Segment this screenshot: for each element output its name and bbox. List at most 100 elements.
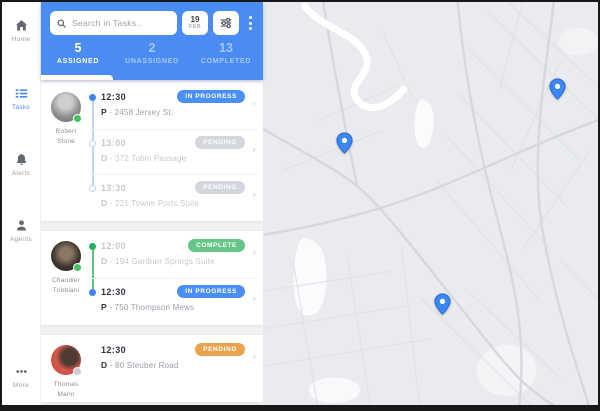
avatar[interactable]: [51, 241, 82, 272]
filter-button[interactable]: [213, 11, 239, 35]
task-row[interactable]: 13:30 D - 221 Towne Ports Suite PENDING …: [89, 174, 257, 219]
agent-column: Robert Stone: [47, 84, 85, 219]
tab-label: ASSIGNED: [56, 58, 100, 65]
avatar[interactable]: [51, 92, 82, 123]
agent-status-dot: [73, 367, 82, 376]
sidebar-item-home[interactable]: Home: [2, 18, 40, 43]
agent-status-dot: [73, 114, 82, 123]
tab-label: UNASSIGNED: [125, 58, 179, 65]
sidebar-item-tasks[interactable]: Tasks: [2, 86, 40, 111]
map-pin-icon[interactable]: [549, 78, 566, 100]
task-group-card: Chandler Tribbiani 12:00 D - 194 Gardner…: [41, 231, 263, 325]
agent-status-dot: [73, 263, 82, 272]
task-row[interactable]: 13:00 D - 372 Tobin Passage PENDING ›: [89, 129, 257, 174]
task-panel: 19 FEB: [41, 2, 263, 405]
task-address: D - 80 Steuber Road: [101, 360, 253, 370]
task-address-text: - 80 Steuber Road: [107, 361, 179, 370]
task-address-text: - 194 Gardner Springs Suite: [107, 257, 215, 266]
home-icon: [15, 20, 27, 31]
status-badge: IN PROGRESS: [177, 285, 245, 298]
chevron-right-icon[interactable]: ›: [252, 145, 256, 156]
task-address: P - 2458 Jersey St.: [101, 107, 253, 117]
dot: [248, 27, 252, 30]
sidebar-item-label: More: [12, 382, 29, 389]
chevron-right-icon[interactable]: ›: [252, 190, 256, 201]
task-group-card: Robert Stone 12:30 P - 2458 Jersey St. I…: [41, 82, 263, 221]
map-tiles: [263, 2, 598, 405]
tasks-column: 12:00 D - 194 Gardner Springs Suite COMP…: [89, 233, 263, 323]
sidebar-item-label: Agents: [9, 236, 33, 243]
tab-count: 5: [74, 41, 82, 55]
tab-assigned[interactable]: 5 ASSIGNED: [41, 41, 115, 65]
sidebar-item-label: Tasks: [11, 104, 31, 111]
tasks-icon: [15, 89, 27, 98]
task-row[interactable]: 12:30 P - 2458 Jersey St. IN PROGRESS ›: [89, 84, 257, 129]
timeline-dot: [89, 185, 96, 192]
agent-name: Chandler Tribbiani: [52, 277, 80, 295]
task-address-text: - 372 Tobin Passage: [107, 154, 187, 163]
sidebar-item-more[interactable]: More: [2, 364, 40, 389]
chevron-right-icon[interactable]: ›: [252, 352, 256, 363]
task-row[interactable]: 12:00 D - 194 Gardner Springs Suite COMP…: [89, 233, 257, 278]
sidebar-item-label: Alerts: [11, 170, 31, 177]
search-input[interactable]: [70, 17, 170, 29]
overflow-menu-button[interactable]: [244, 14, 256, 32]
more-icon: [15, 370, 27, 373]
dot: [248, 21, 252, 25]
task-row[interactable]: 12:30 D - 80 Steuber Road PENDING ›: [89, 337, 257, 382]
task-address: D - 194 Gardner Springs Suite: [101, 256, 253, 266]
agent-column: Thomas Mann: [47, 337, 85, 400]
tasks-column: 12:30 D - 80 Steuber Road PENDING ›: [89, 337, 263, 400]
task-address: D - 372 Tobin Passage: [101, 153, 253, 163]
task-address-text: - 2458 Jersey St.: [106, 108, 174, 117]
timeline-dot: [89, 289, 96, 296]
status-badge: PENDING: [195, 343, 245, 356]
agent-column: Chandler Tribbiani: [47, 233, 85, 323]
app-window: Home Tasks Alerts Agents More Search in …: [0, 0, 600, 411]
task-address-text: - 221 Towne Ports Suite: [107, 199, 200, 208]
task-address: D - 221 Towne Ports Suite: [101, 198, 253, 208]
dot: [248, 16, 252, 19]
sidebar: Home Tasks Alerts Agents More: [2, 2, 41, 405]
sidebar-item-label: Home: [11, 36, 31, 43]
map-pin-icon[interactable]: [336, 132, 353, 154]
status-badge: PENDING: [195, 136, 245, 149]
avatar[interactable]: [51, 345, 82, 376]
tab-count: 13: [219, 41, 233, 55]
map-canvas[interactable]: [263, 2, 598, 405]
date-day: 19: [190, 14, 200, 24]
timeline-dot: [89, 140, 96, 147]
filter-sliders-icon: [220, 17, 232, 29]
sidebar-item-alerts[interactable]: Alerts: [2, 152, 40, 177]
agent-name: Robert Stone: [55, 128, 77, 146]
agent-name: Thomas Mann: [53, 381, 79, 399]
status-badge: IN PROGRESS: [177, 90, 245, 103]
timeline-dot: [89, 243, 96, 250]
task-row[interactable]: 12:30 P - 750 Thompson Mews IN PROGRESS …: [89, 278, 257, 323]
agents-icon: [16, 220, 26, 231]
chevron-right-icon[interactable]: ›: [252, 248, 256, 259]
search-icon: [57, 18, 66, 28]
chevron-right-icon[interactable]: ›: [252, 99, 256, 110]
active-tab-underline: [41, 75, 113, 80]
tab-unassigned[interactable]: 2 UNASSIGNED: [115, 41, 189, 65]
panel-header: 19 FEB: [41, 2, 263, 80]
status-badge: COMPLETE: [188, 239, 245, 252]
tab-count: 2: [148, 41, 156, 55]
task-address: P - 750 Thompson Mews: [101, 302, 253, 312]
task-tabs: 5 ASSIGNED 2 UNASSIGNED 13 COMPLETED: [41, 41, 263, 65]
task-list: Robert Stone 12:30 P - 2458 Jersey St. I…: [41, 80, 263, 405]
sidebar-item-agents[interactable]: Agents: [2, 218, 40, 243]
tab-completed[interactable]: 13 COMPLETED: [189, 41, 263, 65]
tab-label: COMPLETED: [200, 58, 252, 65]
date-month: FEB: [189, 24, 201, 31]
chevron-right-icon[interactable]: ›: [252, 294, 256, 305]
task-group-card: Thomas Mann 12:30 D - 80 Steuber Road PE…: [41, 335, 263, 403]
status-badge: PENDING: [195, 181, 245, 194]
timeline-dot: [89, 94, 96, 101]
map-pin-icon[interactable]: [434, 293, 451, 315]
bell-icon: [16, 153, 26, 165]
search-box[interactable]: [50, 11, 177, 35]
date-picker-button[interactable]: 19 FEB: [182, 11, 208, 35]
tasks-column: 12:30 P - 2458 Jersey St. IN PROGRESS › …: [89, 84, 263, 219]
